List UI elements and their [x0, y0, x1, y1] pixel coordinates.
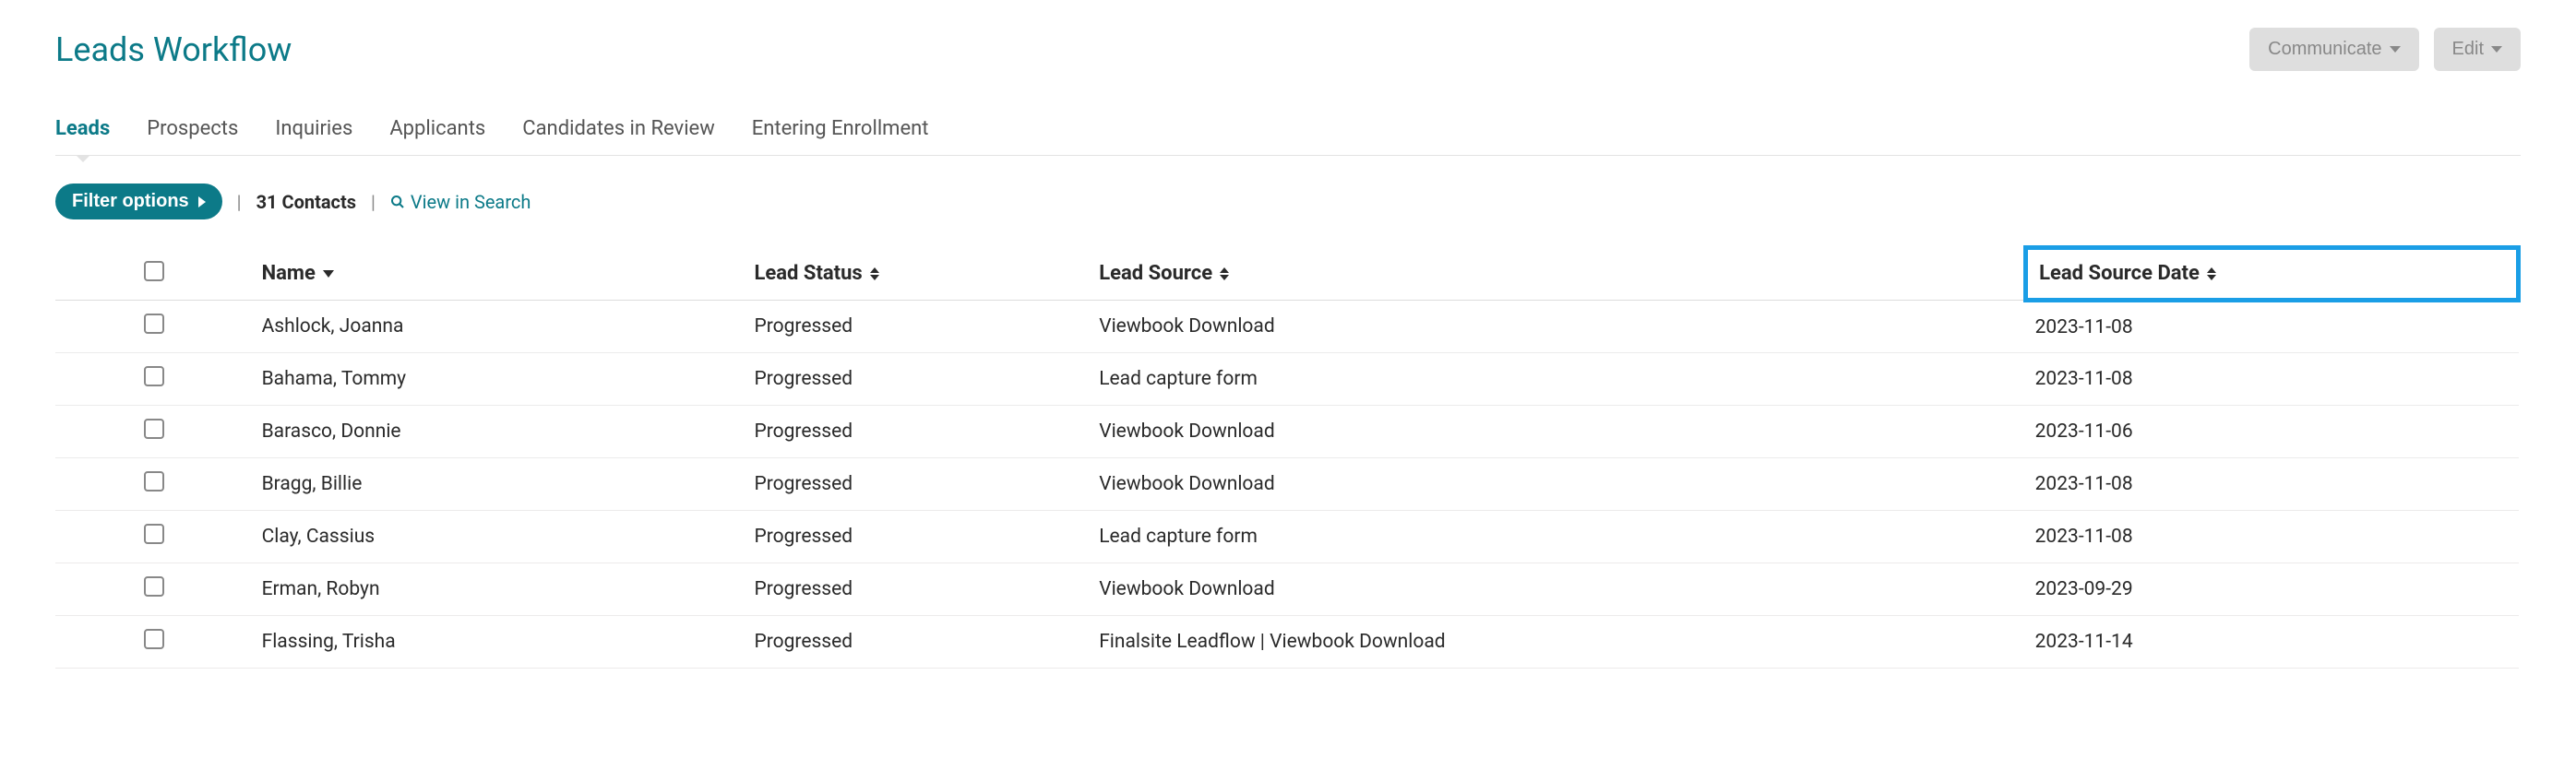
- cell-date: 2023-11-08: [2026, 352, 2519, 405]
- cell-status: Progressed: [745, 615, 1090, 668]
- sort-icon: [1220, 267, 1229, 280]
- table-row: Ashlock, JoannaProgressedViewbook Downlo…: [55, 300, 2519, 352]
- divider: |: [237, 191, 242, 213]
- chevron-down-icon: [2390, 46, 2401, 53]
- tab-applicants[interactable]: Applicants: [389, 117, 485, 155]
- row-checkbox-cell: [55, 510, 253, 563]
- cell-status: Progressed: [745, 563, 1090, 615]
- cell-name[interactable]: Bragg, Billie: [253, 457, 745, 510]
- leads-table: Name Lead Status Lead Source: [55, 245, 2521, 669]
- header-actions: Communicate Edit: [2249, 28, 2521, 71]
- tab-candidates-review[interactable]: Candidates in Review: [522, 117, 714, 155]
- cell-date: 2023-11-14: [2026, 615, 2519, 668]
- cell-source: Viewbook Download: [1090, 563, 2025, 615]
- row-checkbox[interactable]: [144, 471, 164, 492]
- tabs: Leads Prospects Inquiries Applicants Can…: [55, 117, 2521, 156]
- column-header-name-label: Name: [262, 262, 316, 285]
- cell-name[interactable]: Bahama, Tommy: [253, 352, 745, 405]
- cell-source: Viewbook Download: [1090, 457, 2025, 510]
- column-header-checkbox: [55, 248, 253, 301]
- table-row: Clay, CassiusProgressedLead capture form…: [55, 510, 2519, 563]
- row-checkbox[interactable]: [144, 314, 164, 334]
- row-checkbox-cell: [55, 300, 253, 352]
- cell-status: Progressed: [745, 352, 1090, 405]
- chevron-right-icon: [198, 196, 206, 207]
- edit-button[interactable]: Edit: [2434, 28, 2521, 71]
- cell-source: Lead capture form: [1090, 510, 2025, 563]
- table-row: Bragg, BillieProgressedViewbook Download…: [55, 457, 2519, 510]
- cell-name[interactable]: Erman, Robyn: [253, 563, 745, 615]
- filter-row: Filter options | 31 Contacts | View in S…: [55, 184, 2521, 219]
- cell-source: Viewbook Download: [1090, 405, 2025, 457]
- cell-status: Progressed: [745, 510, 1090, 563]
- sort-icon: [2207, 267, 2216, 280]
- search-icon: [390, 195, 405, 209]
- row-checkbox[interactable]: [144, 576, 164, 597]
- view-in-search-link[interactable]: View in Search: [390, 191, 531, 213]
- communicate-button[interactable]: Communicate: [2249, 28, 2418, 71]
- cell-source: Finalsite Leadflow | Viewbook Download: [1090, 615, 2025, 668]
- row-checkbox-cell: [55, 457, 253, 510]
- column-header-name[interactable]: Name: [253, 248, 745, 301]
- column-header-source-label: Lead Source: [1099, 262, 1212, 285]
- page-title: Leads Workflow: [55, 30, 292, 69]
- row-checkbox-cell: [55, 352, 253, 405]
- cell-status: Progressed: [745, 457, 1090, 510]
- table-row: Flassing, TrishaProgressedFinalsite Lead…: [55, 615, 2519, 668]
- row-checkbox[interactable]: [144, 629, 164, 649]
- column-header-status[interactable]: Lead Status: [745, 248, 1090, 301]
- divider: |: [371, 191, 376, 213]
- table-row: Erman, RobynProgressedViewbook Download2…: [55, 563, 2519, 615]
- cell-date: 2023-11-08: [2026, 457, 2519, 510]
- column-header-date[interactable]: Lead Source Date: [2026, 248, 2519, 301]
- contacts-count: 31 Contacts: [256, 191, 356, 213]
- cell-date: 2023-11-06: [2026, 405, 2519, 457]
- row-checkbox[interactable]: [144, 366, 164, 386]
- select-all-checkbox[interactable]: [144, 261, 164, 281]
- row-checkbox-cell: [55, 615, 253, 668]
- sort-icon: [870, 267, 879, 280]
- filter-options-button[interactable]: Filter options: [55, 184, 222, 219]
- column-header-status-label: Lead Status: [754, 262, 862, 285]
- sort-down-icon: [323, 270, 334, 278]
- tab-inquiries[interactable]: Inquiries: [275, 117, 352, 155]
- cell-status: Progressed: [745, 405, 1090, 457]
- row-checkbox-cell: [55, 563, 253, 615]
- cell-name[interactable]: Flassing, Trisha: [253, 615, 745, 668]
- edit-label: Edit: [2452, 39, 2484, 60]
- cell-name[interactable]: Ashlock, Joanna: [253, 300, 745, 352]
- communicate-label: Communicate: [2268, 39, 2381, 60]
- cell-source: Lead capture form: [1090, 352, 2025, 405]
- table-row: Barasco, DonnieProgressedViewbook Downlo…: [55, 405, 2519, 457]
- cell-date: 2023-11-08: [2026, 510, 2519, 563]
- row-checkbox[interactable]: [144, 419, 164, 439]
- tab-leads[interactable]: Leads: [55, 117, 110, 155]
- cell-name[interactable]: Barasco, Donnie: [253, 405, 745, 457]
- cell-source: Viewbook Download: [1090, 300, 2025, 352]
- chevron-down-icon: [2491, 46, 2502, 53]
- column-header-date-label: Lead Source Date: [2039, 262, 2200, 285]
- column-header-source[interactable]: Lead Source: [1090, 248, 2025, 301]
- tab-prospects[interactable]: Prospects: [147, 117, 238, 155]
- cell-status: Progressed: [745, 300, 1090, 352]
- filter-options-label: Filter options: [72, 191, 189, 212]
- tab-entering-enrollment[interactable]: Entering Enrollment: [752, 117, 929, 155]
- row-checkbox[interactable]: [144, 524, 164, 544]
- cell-date: 2023-09-29: [2026, 563, 2519, 615]
- row-checkbox-cell: [55, 405, 253, 457]
- cell-date: 2023-11-08: [2026, 300, 2519, 352]
- view-in-search-label: View in Search: [411, 191, 531, 213]
- table-row: Bahama, TommyProgressedLead capture form…: [55, 352, 2519, 405]
- cell-name[interactable]: Clay, Cassius: [253, 510, 745, 563]
